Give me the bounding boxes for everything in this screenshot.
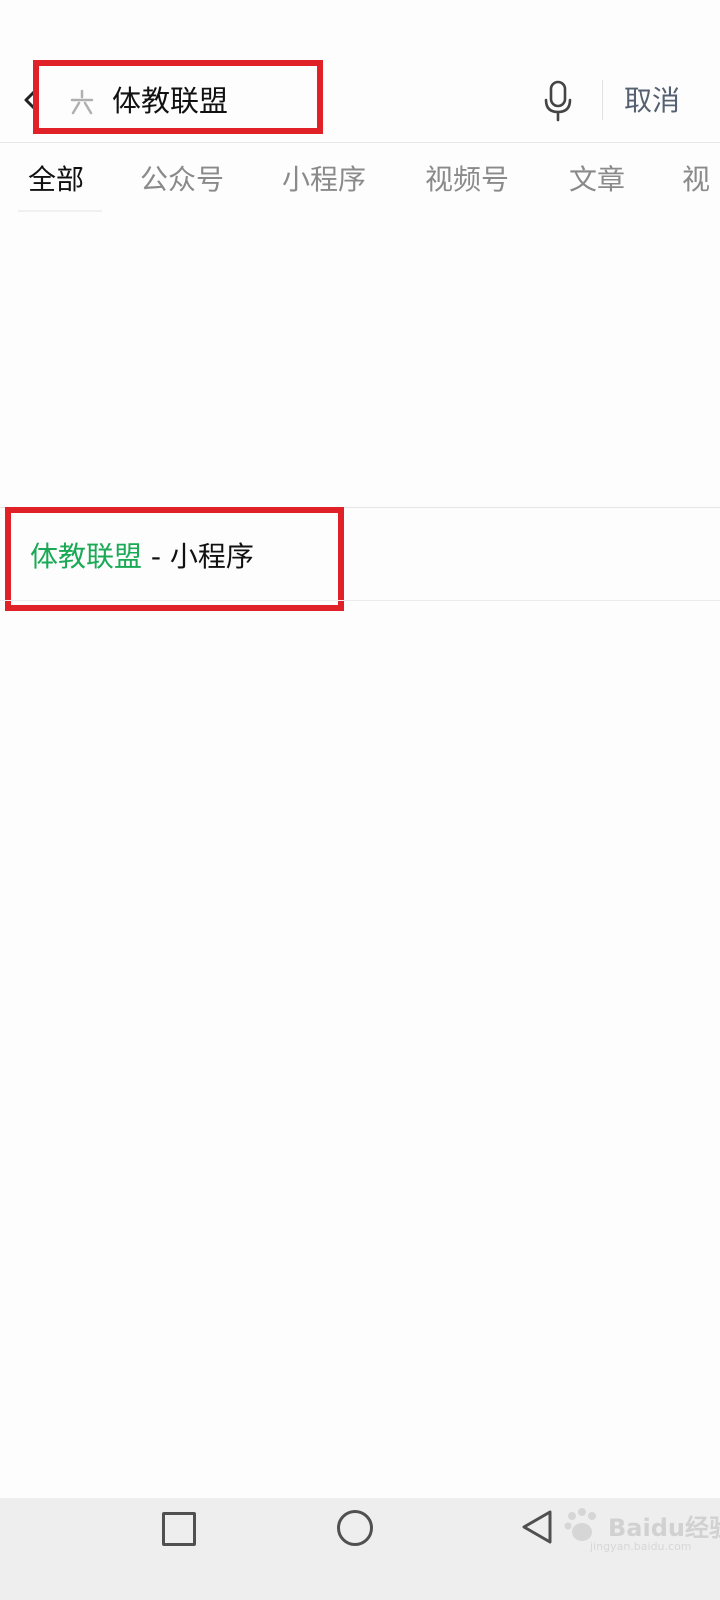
square-icon[interactable] [162,1512,196,1546]
header-divider [602,80,603,120]
triangle-back-icon[interactable] [520,1508,554,1546]
voice-search-button[interactable] [540,78,576,124]
baidu-watermark: Baidu经验 jingyan.baidu.com [560,1500,720,1560]
search-highlight-box [33,60,323,134]
tab-official-accounts[interactable]: 公众号 [140,162,224,198]
result-divider-bottom [0,600,720,601]
tab-mini-programs[interactable]: 小程序 [282,162,366,198]
watermark-brand: Baidu经验 [608,1514,720,1542]
result-highlight-box [5,507,344,611]
search-category-tabs: 全部 公众号 小程序 视频号 文章 视 [0,142,720,216]
search-header: 体教联盟 取消 [0,60,720,143]
tab-articles[interactable]: 文章 [569,162,625,198]
search-page: 体教联盟 取消 全部 公众号 小程序 视频号 文章 视 体教联盟 - 小程序 B… [0,0,720,1600]
cancel-button[interactable]: 取消 [624,82,680,120]
microphone-icon [544,80,572,122]
watermark-url: jingyan.baidu.com [590,1540,692,1553]
tab-all[interactable]: 全部 [28,162,84,198]
active-tab-indicator [18,210,102,212]
tab-channels[interactable]: 视频号 [425,162,509,198]
tab-videos[interactable]: 视 [682,162,710,198]
circle-icon[interactable] [337,1510,373,1546]
